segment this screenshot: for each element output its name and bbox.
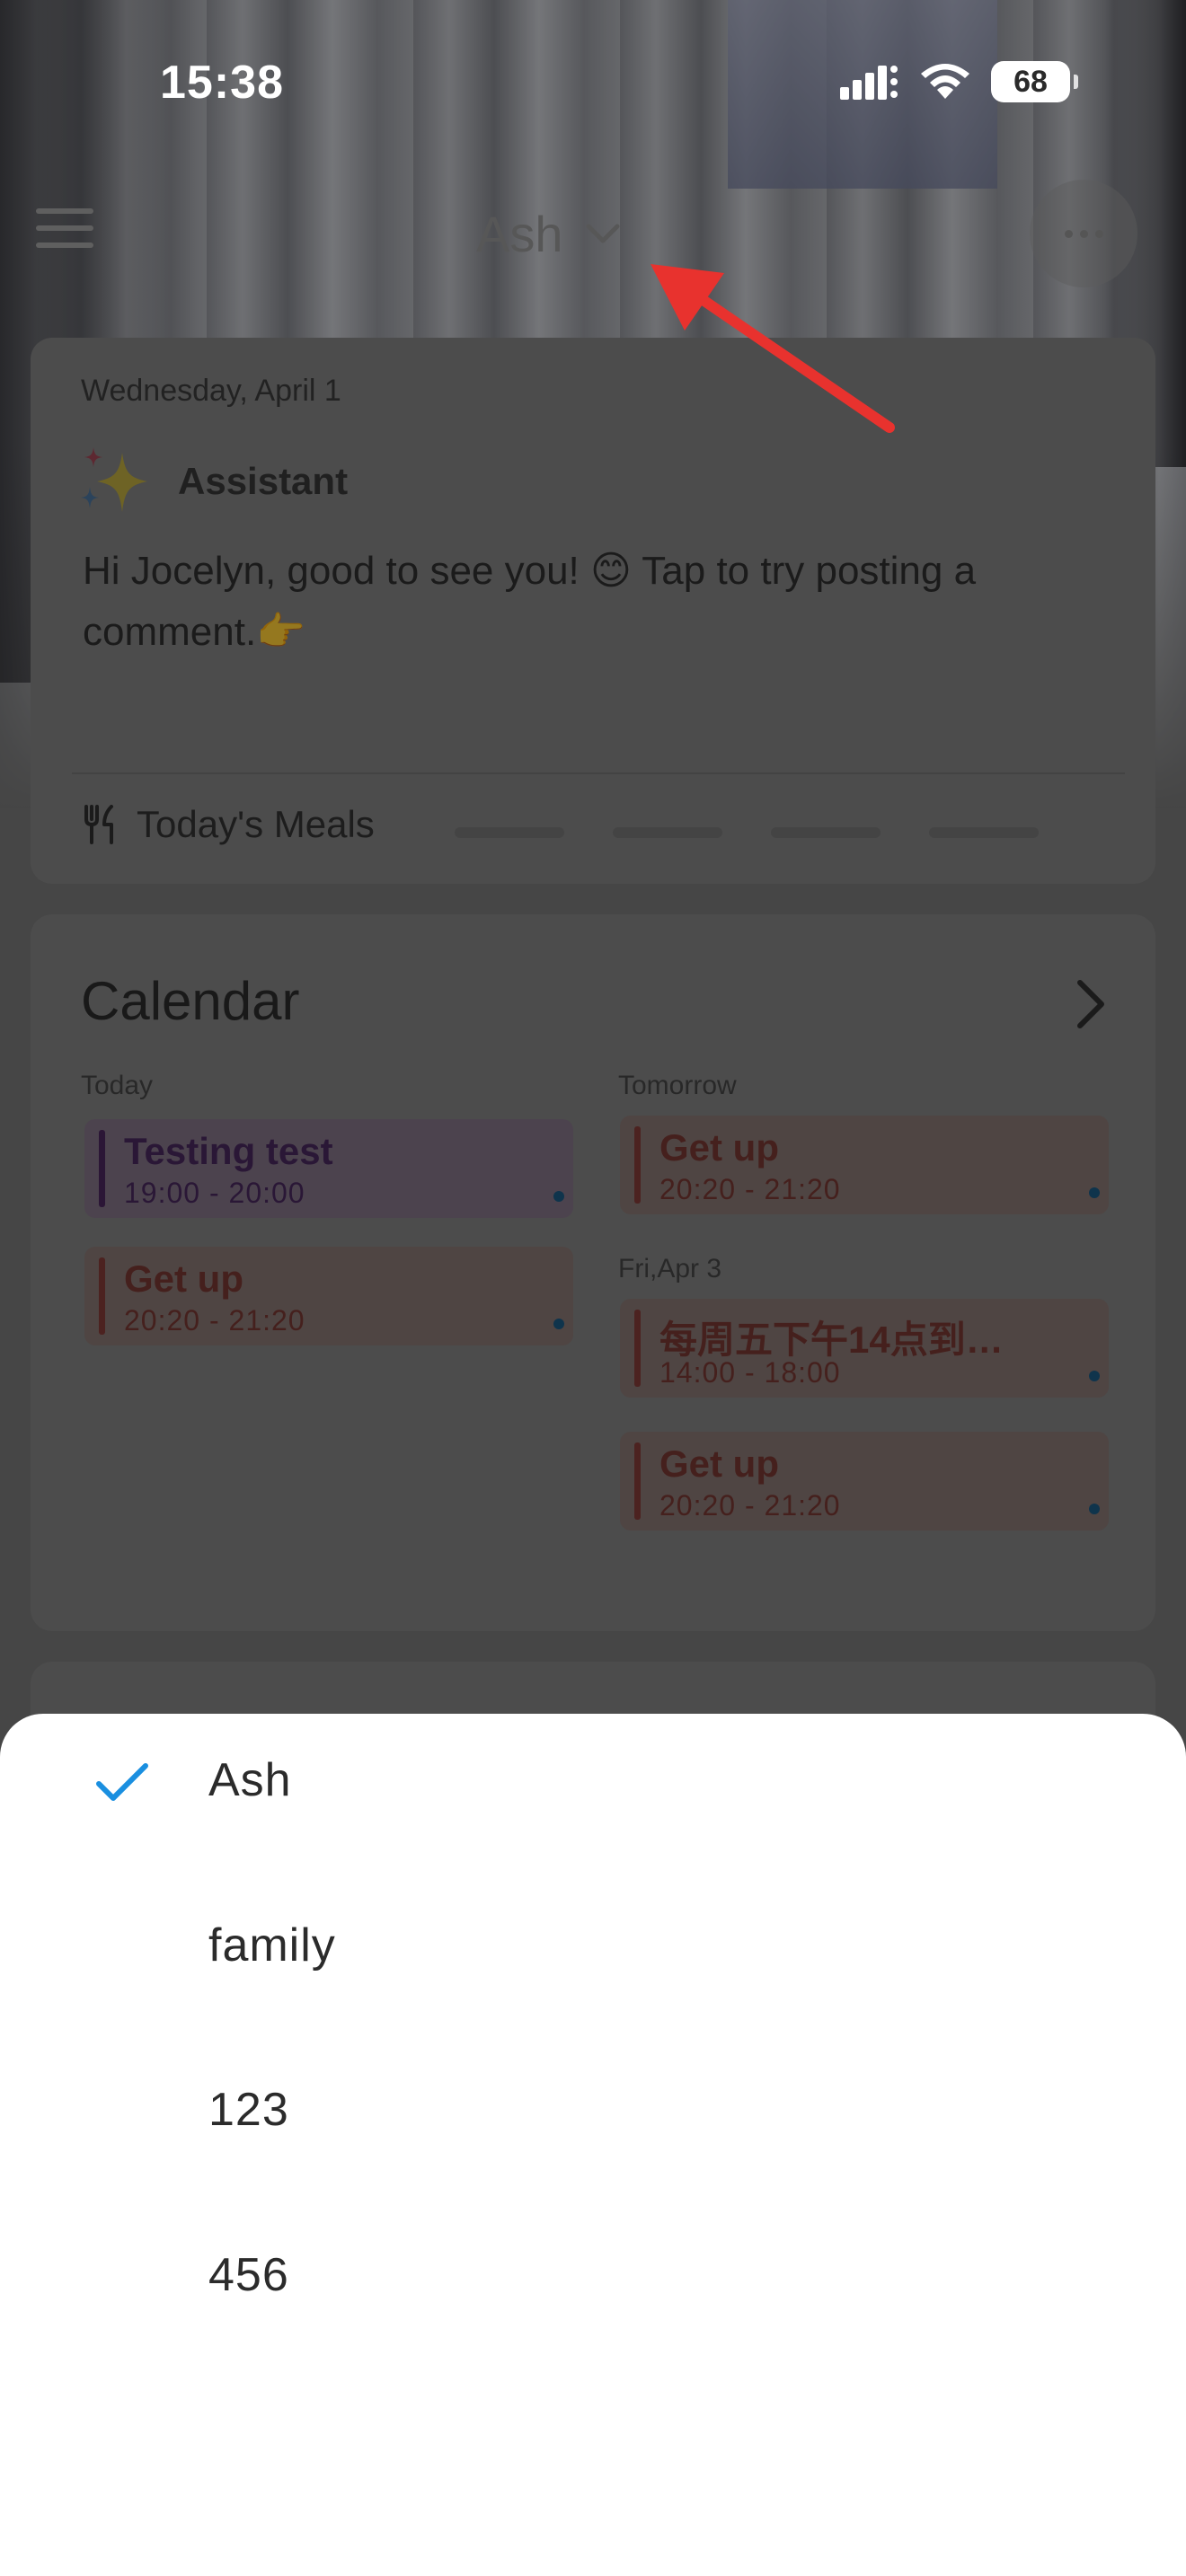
annotation-arrow-icon [651,264,895,433]
status-icons: 68 [840,61,1078,102]
group-picker-sheet: Ash family 123 456 [0,1714,1186,2576]
app-screen: Ash Wednesday, April 1 Assistant Hi Joce… [0,0,1186,2576]
battery-indicator: 68 [991,61,1078,102]
status-time: 15:38 [160,57,284,109]
group-option-label: 123 [208,2084,289,2136]
group-option-label: family [208,1919,336,1972]
group-option-label: Ash [208,1754,292,1806]
checkmark-icon [96,1763,148,1801]
group-option-ash[interactable]: Ash [0,1714,1186,1848]
cellular-signal-icon [840,66,898,100]
group-option-456[interactable]: 456 [0,2209,1186,2343]
group-option-label: 456 [208,2249,289,2301]
group-option-family[interactable]: family [0,1879,1186,2014]
wifi-icon [921,64,969,99]
group-option-123[interactable]: 123 [0,2043,1186,2178]
